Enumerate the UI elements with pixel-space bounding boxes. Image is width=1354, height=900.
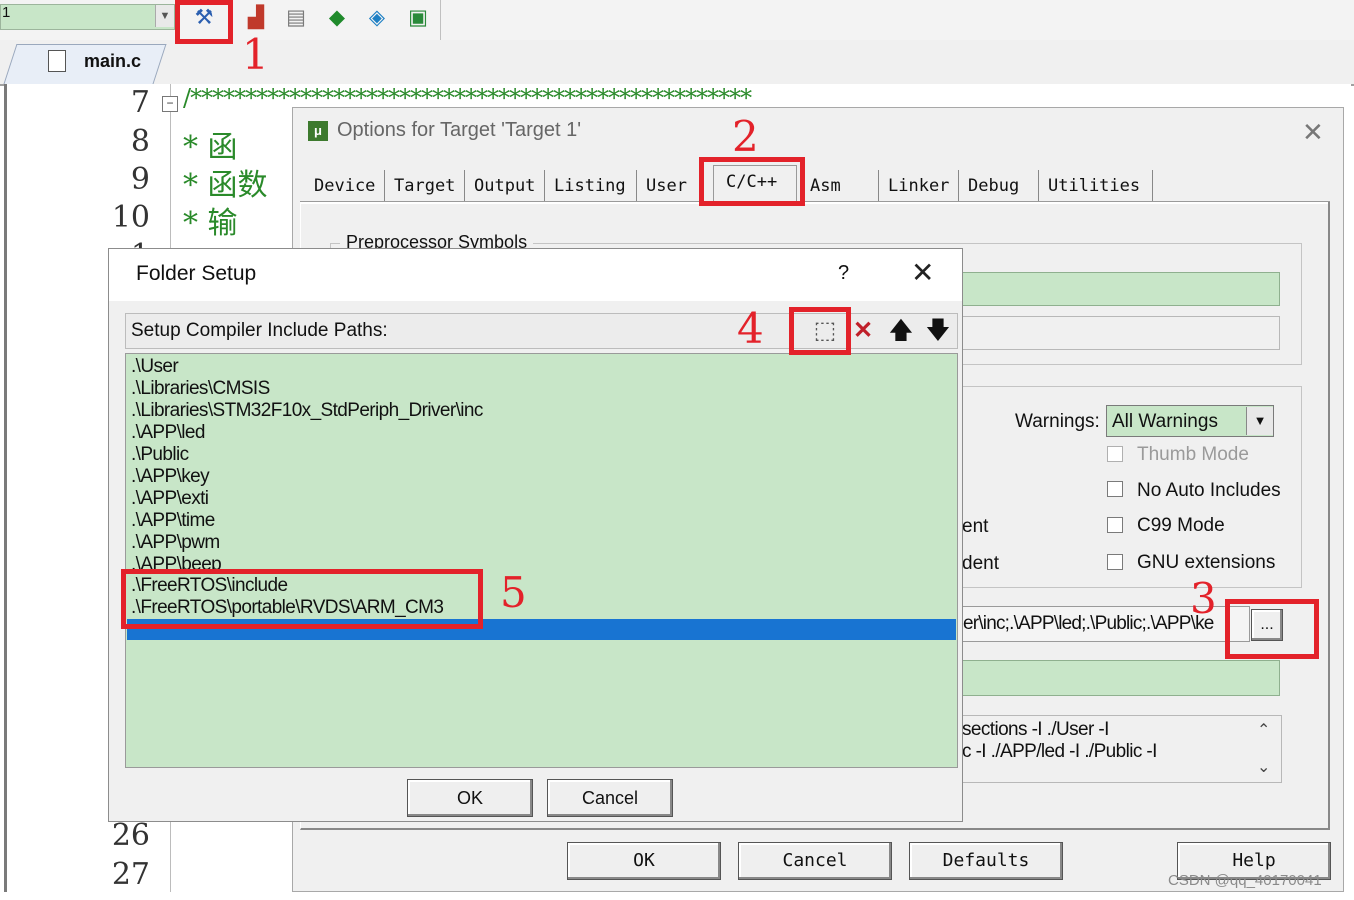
scroll-down-icon[interactable]: ⌄	[1257, 757, 1270, 777]
thumb-mode-label: Thumb Mode	[1137, 444, 1249, 465]
warnings-select-value: All Warnings	[1112, 411, 1218, 432]
options-cancel-button[interactable]: Cancel	[738, 842, 892, 880]
tab-target[interactable]: Target	[387, 170, 465, 202]
target-select[interactable]	[0, 4, 175, 30]
tab-linker[interactable]: Linker	[881, 170, 959, 202]
c99-mode-label: C99 Mode	[1137, 515, 1225, 536]
tab-user[interactable]: User	[639, 170, 703, 202]
annotation-box-4	[789, 307, 851, 355]
compiler-string-line: sections -I ./User -I	[962, 719, 1109, 740]
line-number: 8	[130, 124, 150, 159]
tab-device[interactable]: Device	[307, 170, 385, 202]
line-number: 7	[130, 85, 150, 120]
list-item[interactable]: .\Libraries\CMSIS	[131, 378, 270, 400]
include-paths-value: er\inc;.\APP\led;.\Public;.\APP\ke	[963, 613, 1214, 634]
pack-installer-icon[interactable]: ▤	[282, 4, 310, 32]
compiler-string-line: c -I ./APP/led -I ./Public -I	[962, 741, 1157, 762]
misc-controls-field[interactable]	[960, 660, 1280, 696]
thumb-mode-checkbox	[1107, 446, 1123, 462]
list-item[interactable]: .\APP\led	[131, 422, 205, 444]
annotation-number-2: 2	[732, 112, 759, 161]
line-number: 27	[111, 857, 150, 892]
annotation-number-3: 3	[1190, 574, 1217, 623]
list-item[interactable]: .\APP\time	[131, 510, 215, 532]
annotation-box-1	[175, 0, 233, 44]
move-down-icon[interactable]: 🡇	[921, 315, 955, 347]
close-icon[interactable]: ✕	[1302, 117, 1324, 148]
folder-ok-button[interactable]: OK	[407, 779, 533, 817]
help-icon[interactable]: ?	[838, 262, 849, 285]
options-ok-button[interactable]: OK	[567, 842, 721, 880]
gnu-extensions-label: GNU extensions	[1137, 552, 1276, 573]
line-number: 9	[130, 162, 150, 197]
chevron-down-icon[interactable]: ▼	[1246, 407, 1273, 435]
annotation-box-5	[121, 569, 483, 629]
warnings-label: Warnings:	[1015, 411, 1100, 432]
list-item[interactable]: .\APP\exti	[131, 488, 209, 510]
keil-app-icon: μ	[308, 121, 328, 141]
fold-toggle-icon[interactable]: −	[162, 96, 178, 112]
watermark: CSDN @qq_40170041	[1168, 872, 1322, 889]
target-select-value: 1	[2, 4, 11, 21]
define-field[interactable]	[960, 272, 1280, 306]
code-line-10: * 输	[183, 206, 238, 241]
annotation-number-1: 1	[242, 30, 269, 79]
line-number: 26	[111, 818, 150, 853]
undefine-field[interactable]	[960, 316, 1280, 350]
move-up-icon[interactable]: 🡅	[884, 315, 918, 347]
list-item[interactable]: .\Public	[131, 444, 189, 466]
partial-option-label: dent	[962, 553, 999, 574]
close-icon[interactable]: ✕	[911, 256, 934, 289]
select-device-icon[interactable]: ◈	[363, 4, 391, 32]
delete-icon[interactable]: ✕	[846, 315, 880, 347]
tab-utilities[interactable]: Utilities	[1041, 170, 1153, 202]
folder-cancel-button[interactable]: Cancel	[547, 779, 673, 817]
books-icon[interactable]: ▣	[404, 4, 432, 32]
tab-debug[interactable]: Debug	[961, 170, 1039, 202]
tab-output[interactable]: Output	[467, 170, 545, 202]
line-number: 10	[111, 200, 150, 235]
list-item[interactable]: .\APP\key	[131, 466, 210, 488]
tab-main-c-label: main.c	[84, 51, 142, 71]
run-time-environment-icon[interactable]: ◆	[323, 4, 351, 32]
folder-setup-title: Folder Setup	[136, 262, 257, 285]
include-paths-header-label: Setup Compiler Include Paths:	[131, 320, 388, 341]
file-tab-strip	[0, 40, 1354, 86]
annotation-box-2	[699, 157, 805, 206]
c99-mode-checkbox[interactable]	[1107, 517, 1123, 533]
chevron-down-icon[interactable]: ▼	[155, 5, 174, 27]
list-item[interactable]: .\User	[131, 356, 179, 378]
partial-option-label: ent	[962, 516, 989, 537]
no-auto-includes-checkbox[interactable]	[1107, 481, 1123, 497]
options-defaults-button[interactable]: Defaults	[909, 842, 1063, 880]
scroll-up-icon[interactable]: ⌃	[1257, 720, 1270, 740]
file-icon	[48, 50, 66, 72]
manage-project-items-icon[interactable]: ▟	[242, 4, 270, 32]
no-auto-includes-label: No Auto Includes	[1137, 480, 1281, 501]
annotation-box-3	[1225, 599, 1319, 659]
options-dialog-title: Options for Target 'Target 1'	[337, 119, 582, 141]
gnu-extensions-checkbox[interactable]	[1107, 554, 1123, 570]
annotation-number-4: 4	[737, 304, 764, 353]
tab-listing[interactable]: Listing	[547, 170, 637, 202]
list-item[interactable]: .\Libraries\STM32F10x_StdPeriph_Driver\i…	[131, 400, 483, 422]
list-item[interactable]: .\APP\pwm	[131, 532, 220, 554]
tab-asm[interactable]: Asm	[803, 170, 879, 202]
annotation-number-5: 5	[500, 568, 527, 617]
toolbar-divider	[440, 0, 441, 40]
